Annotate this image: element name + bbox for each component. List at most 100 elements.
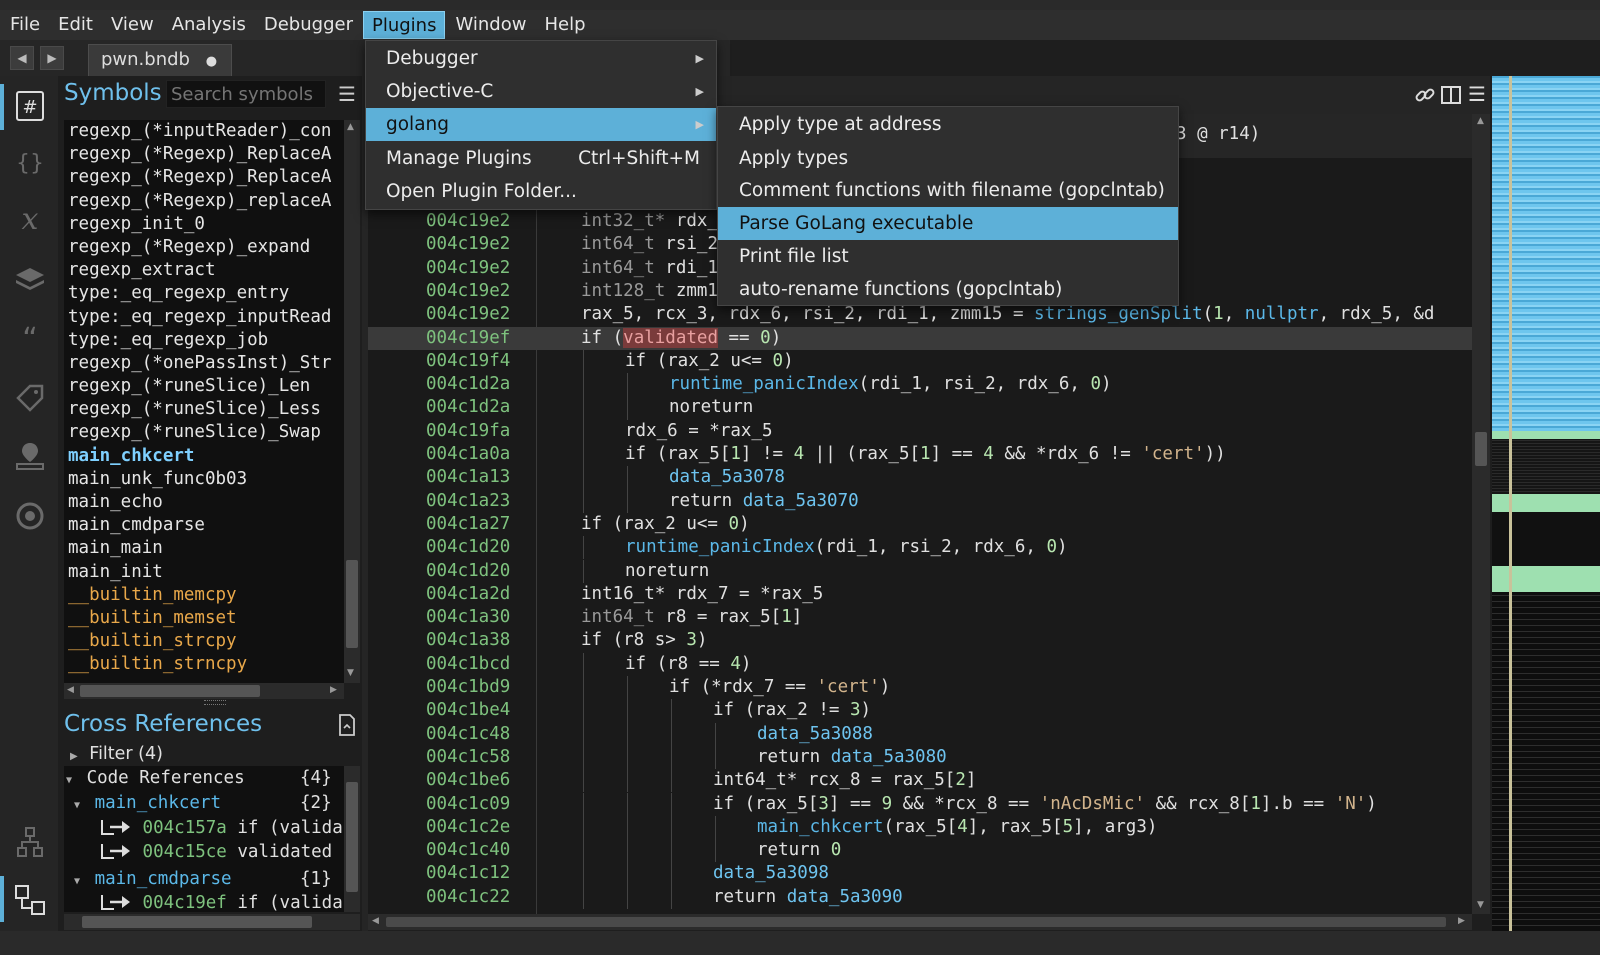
symbols-horizontal-scrollbar[interactable]: ◀ ▶ <box>64 683 344 699</box>
menu-analysis[interactable]: Analysis <box>164 11 254 39</box>
hamburger-menu-icon[interactable]: ☰ <box>338 84 358 104</box>
feature-map[interactable] <box>1492 76 1600 931</box>
xref-entry[interactable]: 004c157a if (valida <box>100 818 343 838</box>
golang-menu-item[interactable]: auto-rename functions (gopclntab) <box>718 273 1178 306</box>
symbol-item[interactable]: type:_eq_regexp_job <box>64 329 344 352</box>
symbol-item[interactable]: __builtin_memset <box>64 607 344 630</box>
code-line[interactable]: 004c1c09 if (rax_5[3] == 9 && *rcx_8 == '… <box>368 792 1472 816</box>
symbol-item[interactable]: main_unk_func0b03 <box>64 468 344 491</box>
plugins-menu-item[interactable]: Debugger ▶ <box>366 42 716 75</box>
xref-vertical-scrollbar[interactable] <box>344 766 360 912</box>
symbol-item[interactable]: main_cmdparse <box>64 514 344 537</box>
symbol-item[interactable]: regexp_(*Regexp)_ReplaceA <box>64 166 344 189</box>
back-button[interactable]: ◀ <box>10 46 34 70</box>
code-line[interactable]: 004c1a2d int16_t* rdx_7 = *rax_5 <box>368 583 1472 606</box>
symbol-item[interactable]: type:_eq_regexp_entry <box>64 282 344 305</box>
code-line[interactable]: 004c1be6 int64_t* rcx_8 = rax_5[2] <box>368 769 1472 793</box>
golang-menu-item[interactable]: Print file list <box>718 240 1178 273</box>
code-horizontal-scrollbar[interactable]: ◀ ▶ <box>368 914 1472 930</box>
code-line[interactable]: 004c1d2a runtime_panicIndex(rdi_1, rsi_2,… <box>368 373 1472 397</box>
symbol-item[interactable]: __builtin_strncpy <box>64 653 344 676</box>
symbol-item[interactable]: regexp_init_0 <box>64 213 344 236</box>
code-line[interactable]: 004c19e2 rax_5, rcx_3, rdx_6, rsi_2, rdi_… <box>368 303 1472 326</box>
symbol-item[interactable]: regexp_(*Regexp)_ReplaceA <box>64 143 344 166</box>
symbol-item[interactable]: regexp_extract <box>64 259 344 282</box>
types-braces-icon[interactable]: {} <box>14 146 46 178</box>
scroll-right-arrow-icon[interactable]: ▶ <box>330 685 337 695</box>
code-line[interactable]: 004c1a13 data_5a3078 <box>368 466 1472 490</box>
code-line[interactable]: 004c1a23 return data_5a3070 <box>368 489 1472 513</box>
scroll-down-arrow-icon[interactable]: ▼ <box>347 668 354 678</box>
scroll-up-arrow-icon[interactable]: ▲ <box>1477 116 1484 126</box>
hierarchy-icon[interactable] <box>14 826 46 858</box>
symbol-item[interactable]: __builtin_strcpy <box>64 630 344 653</box>
code-line[interactable]: 004c1c12 data_5a3098 <box>368 862 1472 886</box>
plugins-menu-item[interactable]: golang ▶ <box>366 108 716 141</box>
hscroll-thumb[interactable] <box>386 917 1446 927</box>
tab-pwn-bndb[interactable]: pwn.bndb ● <box>88 44 232 76</box>
cross-ref-icon[interactable] <box>14 884 46 916</box>
symbols-hash-icon[interactable]: # <box>14 90 46 122</box>
scroll-down-arrow-icon[interactable]: ▼ <box>1477 900 1484 910</box>
code-line[interactable]: 004c19fa rdx_6 = *rax_5 <box>368 419 1472 443</box>
code-line[interactable]: 004c1a30 int64_t r8 = rax_5[1] <box>368 606 1472 629</box>
code-references-node[interactable]: ▼ Code References <box>66 768 245 788</box>
xref-filter-toggle[interactable]: ▶ Filter (4) <box>70 744 163 764</box>
menu-file[interactable]: File <box>2 11 48 39</box>
tags-icon[interactable] <box>14 382 46 414</box>
symbol-item[interactable]: regexp_(*runeSlice)_Len <box>64 375 344 398</box>
golang-menu-item[interactable]: Parse GoLang executable <box>718 207 1178 240</box>
golang-menu-item[interactable]: Apply types <box>718 142 1178 175</box>
link-icon[interactable] <box>1414 84 1436 110</box>
scroll-up-arrow-icon[interactable]: ▲ <box>347 122 354 132</box>
menu-help[interactable]: Help <box>536 11 593 39</box>
symbols-search-input[interactable] <box>166 80 326 108</box>
hamburger-menu-icon[interactable]: ☰ <box>1468 82 1486 106</box>
menu-debugger[interactable]: Debugger <box>256 11 361 39</box>
layers-icon[interactable] <box>14 264 46 296</box>
symbol-item[interactable]: main_main <box>64 537 344 560</box>
plugins-menu-item[interactable]: Open Plugin Folder... <box>366 175 716 208</box>
symbol-item[interactable]: main_echo <box>64 491 344 514</box>
symbols-vertical-scrollbar[interactable]: ▲ ▼ <box>344 120 360 683</box>
symbol-item[interactable]: regexp_(*onePassInst)_Str <box>64 352 344 375</box>
golang-menu-item[interactable]: Apply type at address <box>718 108 1178 141</box>
menu-view[interactable]: View <box>103 11 162 39</box>
symbol-item[interactable]: regexp_(*runeSlice)_Swap <box>64 421 344 444</box>
plugins-menu-item[interactable]: Manage Plugins Ctrl+Shift+M <box>366 142 716 175</box>
golang-menu-item[interactable]: Comment functions with filename (gopclnt… <box>718 174 1178 207</box>
code-vertical-scrollbar[interactable]: ▲ ▼ <box>1472 114 1490 914</box>
scroll-right-arrow-icon[interactable]: ▶ <box>1458 916 1465 926</box>
menu-window[interactable]: Window <box>447 11 534 39</box>
code-line[interactable]: 004c1c40 return 0 <box>368 839 1472 863</box>
code-line[interactable]: 004c1c22 return data_5a3090 <box>368 885 1472 909</box>
menu-plugins[interactable]: Plugins <box>362 11 446 39</box>
code-line[interactable]: 004c1c58 return data_5a3080 <box>368 745 1472 770</box>
forward-button[interactable]: ▶ <box>40 46 64 70</box>
xref-horizontal-scrollbar[interactable] <box>64 914 360 930</box>
bookmarks-icon[interactable] <box>14 440 46 472</box>
hscroll-thumb[interactable] <box>82 916 312 928</box>
scroll-left-arrow-icon[interactable]: ◀ <box>67 685 74 695</box>
code-line[interactable]: 004c1d20 runtime_panicIndex(rdi_1, rsi_2,… <box>368 536 1472 560</box>
xref-group-node[interactable]: ▼ main_cmdparse <box>74 869 232 889</box>
symbol-item[interactable]: type:_eq_regexp_inputRead <box>64 306 344 329</box>
xref-group-node[interactable]: ▼ main_chkcert <box>74 793 221 813</box>
scroll-left-arrow-icon[interactable]: ◀ <box>372 916 379 926</box>
scroll-thumb[interactable] <box>346 782 358 892</box>
symbol-item[interactable]: __builtin_memcpy <box>64 584 344 607</box>
code-line[interactable]: 004c1bcd if (r8 == 4) <box>368 652 1472 676</box>
code-line[interactable]: 004c1c48 data_5a3088 <box>368 722 1472 746</box>
code-line[interactable]: 004c1d2a noreturn <box>368 396 1472 420</box>
symbol-item[interactable]: main_init <box>64 561 344 584</box>
symbol-item[interactable]: regexp_(*inputReader)_con <box>64 120 344 143</box>
document-icon[interactable] <box>338 714 356 740</box>
menu-edit[interactable]: Edit <box>50 11 101 39</box>
split-view-icon[interactable] <box>1440 84 1462 110</box>
code-line[interactable]: 004c1c2e main_chkcert(rax_5[4], rax_5[5],… <box>368 815 1472 840</box>
hscroll-thumb[interactable] <box>80 685 260 697</box>
scroll-thumb[interactable] <box>346 560 358 648</box>
code-line[interactable]: 004c1a27 if (rax_2 u<= 0) <box>368 513 1472 536</box>
panel-resize-handle[interactable] <box>204 700 226 705</box>
symbol-item[interactable]: regexp_(*Regexp)_expand <box>64 236 344 259</box>
